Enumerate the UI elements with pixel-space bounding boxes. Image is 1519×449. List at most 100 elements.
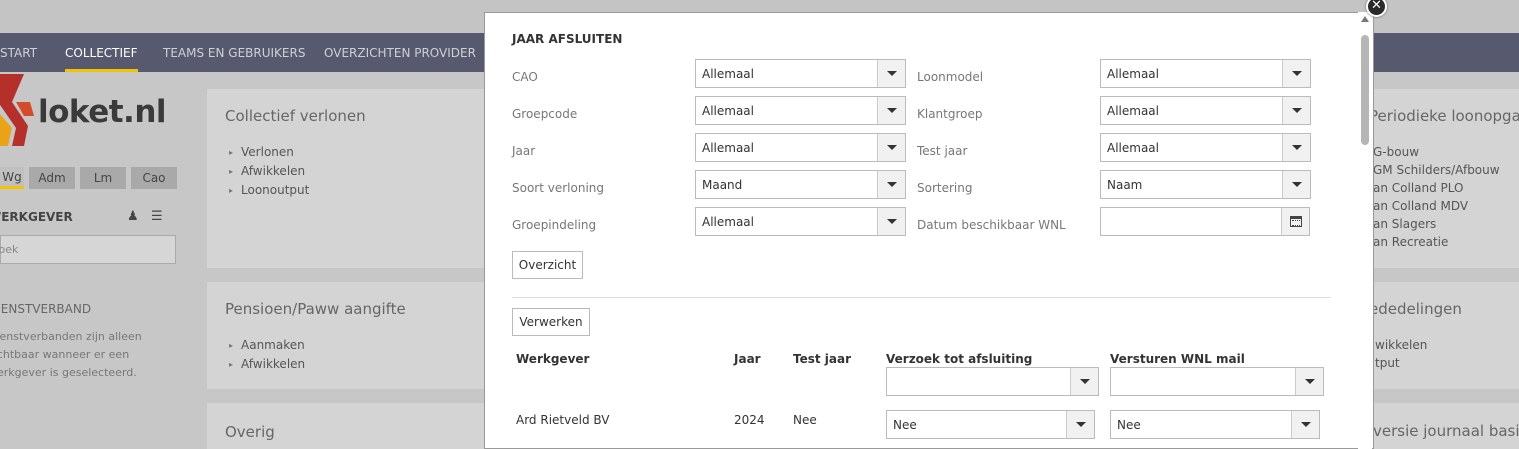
search-placeholder: Zoek — [0, 243, 19, 256]
test-jaar-label: Test jaar — [917, 144, 968, 158]
chevron-down-icon[interactable] — [877, 171, 905, 198]
klantgroep-value: Allemaal — [1107, 104, 1159, 118]
cell-jaar: 2024 — [734, 413, 765, 427]
chevron-down-icon[interactable] — [1291, 411, 1319, 438]
col-werkgever: Werkgever — [516, 352, 590, 366]
link-3[interactable]: an Colland PLO — [1373, 179, 1500, 197]
loonmodel-value: Allemaal — [1107, 67, 1159, 81]
dienstverband-text-1: Dienstverbanden zijn alleen — [0, 330, 142, 343]
sortering-value: Naam — [1107, 178, 1143, 192]
logo[interactable]: loket.nl — [0, 72, 200, 152]
chevron-down-icon[interactable] — [1282, 134, 1310, 161]
loonmodel-label: Loonmodel — [917, 70, 984, 84]
segment-cao[interactable]: Cao — [131, 167, 177, 189]
klantgroep-select[interactable]: Allemaal — [1100, 96, 1311, 125]
panel-collectief-verlonen: Collectief verlonen ▸ Verlonen ▸ Afwikkele… — [207, 89, 497, 268]
jaar-select[interactable]: Allemaal — [695, 133, 906, 162]
panel-links: ▸ Aanmaken ▸ Afwikkelen — [229, 336, 305, 374]
klantgroep-label: Klantgroep — [917, 107, 983, 121]
cao-select[interactable]: Allemaal — [695, 59, 906, 88]
chevron-down-icon[interactable] — [1295, 368, 1323, 395]
cell-wnl-mail-value: Nee — [1117, 418, 1141, 432]
link-afwikkelen[interactable]: ▸ Afwikkelen — [229, 162, 309, 181]
panel-pensioen: Pensioen/Paww aangifte ▸ Aanmaken ▸ Afwikk… — [207, 282, 497, 389]
nav-collectief[interactable]: COLLECTIEF — [65, 33, 138, 72]
cell-wnl-mail-select[interactable]: Nee — [1110, 410, 1320, 439]
nav-start[interactable]: START — [0, 33, 37, 72]
cao-label: CAO — [512, 70, 538, 84]
datum-wnl-input[interactable] — [1100, 207, 1310, 236]
logo-text: loket.nl — [38, 94, 167, 130]
panel-title: Overig — [225, 423, 275, 441]
panel-title: Pensioen/Paww aangifte — [225, 300, 406, 318]
cell-verzoek-value: Nee — [893, 418, 917, 432]
panel-title: Periodieke loonopgave M — [1369, 107, 1519, 125]
werkgever-search-input[interactable]: Zoek — [0, 235, 176, 264]
cao-value: Allemaal — [702, 67, 754, 81]
test-jaar-select[interactable]: Allemaal — [1100, 133, 1311, 162]
cell-test-jaar: Nee — [793, 413, 817, 427]
link-6[interactable]: an Recreatie — [1373, 233, 1500, 251]
loonmodel-select[interactable]: Allemaal — [1100, 59, 1311, 88]
nav-overzichten-provider[interactable]: OVERZICHTEN PROVIDER — [324, 33, 476, 72]
soort-verloning-label: Soort verloning — [512, 181, 605, 195]
dienstverband-text-3: werkgever is geselecteerd. — [0, 366, 137, 379]
soort-verloning-select[interactable]: Maand — [695, 170, 906, 199]
scrollbar-thumb[interactable] — [1361, 35, 1369, 145]
list-icon[interactable]: ☰ — [151, 209, 163, 224]
datum-wnl-label: Datum beschikbaar WNL — [917, 218, 1066, 232]
chevron-down-icon[interactable] — [877, 208, 905, 235]
panel-links: wikkelen tput — [1375, 336, 1427, 372]
link-4[interactable]: an Colland MDV — [1373, 197, 1500, 215]
chevron-down-icon[interactable] — [1282, 60, 1310, 87]
sortering-label: Sortering — [917, 181, 973, 195]
nav-teams-en-gebruikers[interactable]: TEAMS EN GEBRUIKERS — [163, 33, 305, 72]
add-user-icon[interactable]: ♟ — [127, 209, 139, 224]
scroll-up-icon[interactable] — [1361, 16, 1369, 22]
werkgever-title: WERKGEVER — [0, 210, 73, 224]
jaar-value: Allemaal — [702, 141, 754, 155]
logo-mark-icon — [0, 74, 34, 146]
col-verzoek-tot-afsluiting: Verzoek tot afsluiting — [886, 352, 1033, 366]
link-1[interactable]: wikkelen — [1375, 336, 1427, 354]
link-2[interactable]: GM Schilders/Afbouw — [1373, 161, 1500, 179]
panel-links: ▸ Verlonen ▸ Afwikkelen ▸ Loonoutput — [229, 143, 309, 200]
panel-links: G-bouw GM Schilders/Afbouw an Colland PL… — [1373, 143, 1500, 251]
chevron-down-icon[interactable] — [1282, 97, 1310, 124]
chevron-down-icon[interactable] — [1066, 411, 1094, 438]
groepindeling-select[interactable]: Allemaal — [695, 207, 906, 236]
segment-lm[interactable]: Lm — [80, 167, 126, 189]
chevron-down-icon[interactable] — [877, 134, 905, 161]
calendar-icon[interactable] — [1281, 208, 1309, 235]
chevron-down-icon[interactable] — [1282, 171, 1310, 198]
dialog-title: JAAR AFSLUITEN — [512, 32, 623, 46]
soort-verloning-value: Maand — [702, 178, 743, 192]
chevron-down-icon[interactable] — [1070, 368, 1098, 395]
verwerken-button[interactable]: Verwerken — [512, 308, 590, 336]
col-test-jaar: Test jaar — [793, 352, 852, 366]
cell-werkgever: Ard Rietveld BV — [516, 413, 610, 427]
sortering-select[interactable]: Naam — [1100, 170, 1311, 199]
link-afwikkelen[interactable]: ▸ Afwikkelen — [229, 355, 305, 374]
chevron-down-icon[interactable] — [877, 97, 905, 124]
groepcode-select[interactable]: Allemaal — [695, 96, 906, 125]
link-5[interactable]: an Slagers — [1373, 215, 1500, 233]
link-verlonen[interactable]: ▸ Verlonen — [229, 143, 309, 162]
groepcode-label: Groepcode — [512, 107, 578, 121]
segment-wg[interactable]: Wg — [0, 167, 24, 189]
dienstverband-title: DIENSTVERBAND — [0, 302, 92, 316]
link-loonoutput[interactable]: ▸ Loonoutput — [229, 181, 309, 200]
link-1[interactable]: G-bouw — [1373, 143, 1500, 161]
link-aanmaken[interactable]: ▸ Aanmaken — [229, 336, 305, 355]
panel-title: Collectief verlonen — [225, 107, 366, 125]
cell-verzoek-select[interactable]: Nee — [886, 410, 1095, 439]
groepindeling-value: Allemaal — [702, 215, 754, 229]
jaar-label: Jaar — [512, 144, 536, 158]
overzicht-button[interactable]: Overzicht — [512, 251, 583, 279]
chevron-down-icon[interactable] — [877, 60, 905, 87]
verzoek-filter-select[interactable] — [886, 367, 1099, 396]
panel-title: versie journaal basis — [1373, 422, 1519, 440]
wnl-mail-filter-select[interactable] — [1110, 367, 1324, 396]
link-2[interactable]: tput — [1375, 354, 1427, 372]
segment-adm[interactable]: Adm — [29, 167, 75, 189]
